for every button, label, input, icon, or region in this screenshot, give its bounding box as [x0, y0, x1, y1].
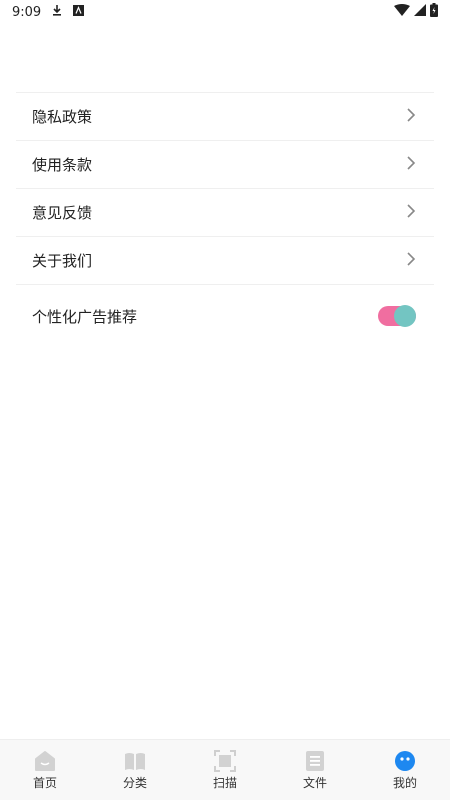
status-bar: 9:09	[0, 0, 450, 24]
menu-item-label: 关于我们	[32, 252, 93, 270]
nav-item-mine[interactable]: 我的	[360, 740, 450, 800]
chevron-right-icon	[406, 251, 416, 270]
toggle-knob	[394, 305, 416, 327]
chevron-right-icon	[406, 155, 416, 174]
menu-item-label: 个性化广告推荐	[32, 307, 138, 326]
download-icon	[51, 4, 63, 20]
nav-item-label: 扫描	[212, 775, 237, 790]
nav-item-label: 我的	[392, 775, 417, 790]
nav-item-scan[interactable]: 扫描	[180, 740, 270, 800]
home-icon	[34, 750, 56, 772]
personalized-ads-toggle[interactable]	[378, 305, 416, 327]
nav-item-label: 分类	[122, 775, 147, 790]
app-icon	[73, 4, 85, 20]
battery-icon	[430, 3, 438, 21]
nav-item-files[interactable]: 文件	[270, 740, 360, 800]
chevron-right-icon	[406, 107, 416, 126]
menu-item-label: 隐私政策	[32, 108, 93, 126]
menu-item-label: 意见反馈	[32, 204, 93, 222]
profile-icon	[394, 750, 416, 772]
nav-item-home[interactable]: 首页	[0, 740, 90, 800]
nav-item-label: 文件	[302, 775, 327, 790]
nav-item-label: 首页	[32, 775, 57, 790]
scan-icon	[214, 749, 236, 772]
settings-menu-list: 隐私政策 使用条款 意见反馈 关于我们 个性化广告推荐	[16, 92, 434, 347]
bottom-nav: 首页 分类 扫描 文件 我的	[0, 739, 450, 800]
file-icon	[304, 750, 326, 772]
book-icon	[124, 750, 146, 772]
menu-item-personalized-ads: 个性化广告推荐	[16, 285, 434, 347]
menu-item-privacy-policy[interactable]: 隐私政策	[16, 93, 434, 141]
wifi-icon	[394, 4, 410, 20]
nav-item-category[interactable]: 分类	[90, 740, 180, 800]
chevron-right-icon	[406, 203, 416, 222]
signal-icon	[414, 4, 426, 20]
menu-item-label: 使用条款	[32, 156, 93, 174]
menu-item-about-us[interactable]: 关于我们	[16, 237, 434, 285]
menu-item-terms-of-use[interactable]: 使用条款	[16, 141, 434, 189]
menu-item-feedback[interactable]: 意见反馈	[16, 189, 434, 237]
status-time: 9:09	[12, 4, 42, 20]
